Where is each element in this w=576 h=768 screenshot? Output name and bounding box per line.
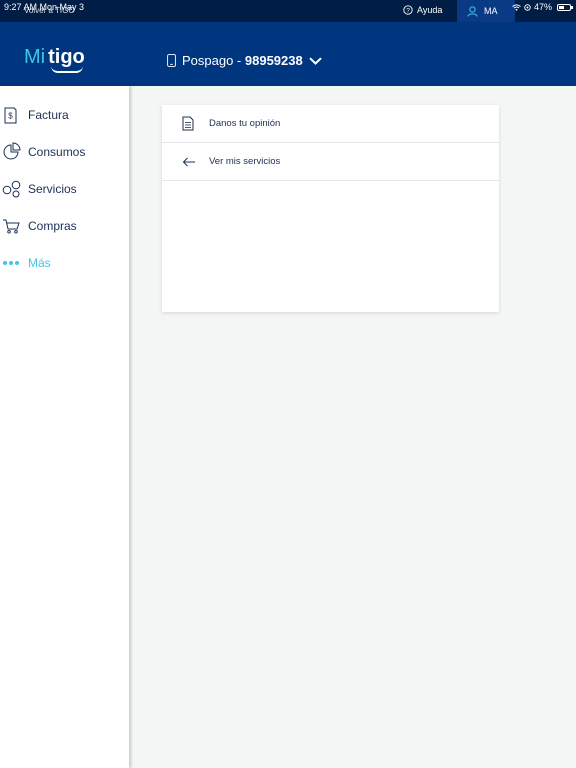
user-icon — [467, 5, 478, 17]
services-icon — [2, 180, 21, 198]
sidebar-item-mas[interactable]: Más — [0, 248, 129, 278]
sidebar-item-label: Más — [28, 256, 51, 270]
chevron-down-icon — [309, 56, 322, 65]
back-to-app-link[interactable]: Volver a TIGO — [24, 6, 75, 15]
user-initials: MA — [484, 6, 498, 16]
help-button[interactable]: ? Ayuda — [403, 5, 442, 15]
more-dots-icon — [3, 261, 19, 265]
sidebar-item-label: Consumos — [28, 145, 86, 159]
plan-type: Pospago - — [182, 53, 245, 68]
menu-item-ver-servicios[interactable]: Ver mis servicios — [162, 143, 499, 181]
logo-tigo: tigo — [48, 46, 85, 73]
location-icon — [524, 3, 531, 11]
sidebar-item-factura[interactable]: $ Factura — [0, 100, 129, 130]
battery-icon — [557, 3, 574, 11]
arrow-left-icon — [182, 157, 195, 166]
cart-icon — [3, 219, 20, 234]
sidebar-item-consumos[interactable]: Consumos — [0, 137, 129, 167]
svg-text:?: ? — [406, 7, 410, 14]
status-bar: 9:27 AM Mon May 3 Volver a TIGO ? Ayuda … — [0, 0, 576, 22]
menu-item-label: Ver mis servicios — [209, 156, 281, 167]
sidebar-item-label: Factura — [28, 108, 69, 122]
help-icon: ? — [403, 5, 413, 15]
sidebar-item-label: Servicios — [28, 182, 77, 196]
wifi-icon — [512, 3, 521, 11]
user-account-button[interactable]: MA — [457, 0, 515, 22]
document-icon — [182, 116, 194, 131]
more-menu-card: Danos tu opinión Ver mis servicios — [162, 105, 499, 312]
phone-icon — [167, 54, 176, 67]
plan-label: Pospago - 98959238 — [182, 53, 303, 68]
plan-selector[interactable]: Pospago - 98959238 — [167, 53, 322, 68]
sidebar-item-servicios[interactable]: Servicios — [0, 174, 129, 204]
system-icons: 47% — [512, 2, 574, 12]
menu-item-label: Danos tu opinión — [209, 118, 281, 129]
plan-number: 98959238 — [244, 53, 303, 68]
sidebar: $ Factura Consumos Servicios Compras Más — [0, 86, 129, 768]
help-label: Ayuda — [417, 5, 443, 15]
menu-item-opinion[interactable]: Danos tu opinión — [162, 105, 499, 143]
sidebar-item-label: Compras — [28, 219, 77, 233]
logo-mi: Mi — [24, 46, 46, 68]
mi-tigo-logo: Mi tigo — [24, 46, 85, 73]
invoice-icon: $ — [4, 107, 17, 123]
sidebar-item-compras[interactable]: Compras — [0, 211, 129, 241]
battery-percent: 47% — [534, 2, 553, 12]
pie-chart-icon — [3, 142, 21, 160]
svg-text:$: $ — [8, 111, 13, 120]
